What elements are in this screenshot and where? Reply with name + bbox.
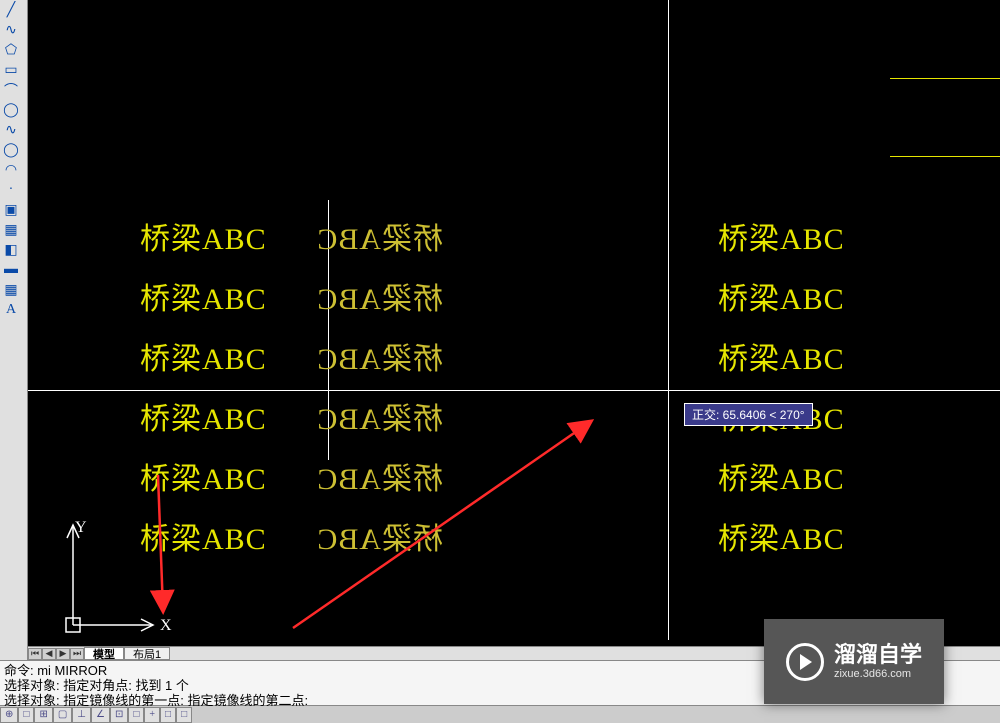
table-icon[interactable]: ▦ [2,280,20,300]
block-icon[interactable]: ▣ [2,200,20,220]
text-column-copy: 桥梁ABC桥梁ABC桥梁ABC桥梁ABC桥梁ABC桥梁ABC [718,214,845,558]
watermark-url: zixue.3d66.com [834,668,922,681]
cad-text[interactable]: 桥梁ABC [718,514,845,558]
status-toggle-10[interactable]: □ [176,707,192,723]
cad-text[interactable]: 桥梁ABC [140,514,267,558]
segment-line [890,156,1000,157]
tab-last-icon[interactable]: ⏭ [70,648,84,660]
region-icon[interactable]: ▬ [2,260,20,280]
tab-prev-icon[interactable]: ◀ [42,648,56,660]
status-toggle-1[interactable]: □ [18,707,34,723]
cad-text[interactable]: 桥梁ABC [140,214,267,258]
play-icon [786,643,824,681]
mirrored-text[interactable]: 桥梁ABC [316,334,443,378]
mirrored-text[interactable]: 桥梁ABC [316,394,443,438]
text-icon[interactable]: A [2,300,20,320]
status-toggle-7[interactable]: □ [128,707,144,723]
status-toggle-4[interactable]: ⊥ [72,707,91,723]
status-toggle-9[interactable]: □ [160,707,176,723]
gradient-icon[interactable]: ◧ [2,240,20,260]
text-column-mirrored: 桥梁ABC桥梁ABC桥梁ABC桥梁ABC桥梁ABC桥梁ABC [443,214,570,558]
watermark-logo: 溜溜自学 zixue.3d66.com [764,619,944,704]
segment-line [890,78,1000,79]
tab-layout1[interactable]: 布局1 [124,647,170,660]
cad-text[interactable]: 桥梁ABC [140,394,267,438]
tool-palette: ╱∿⬠▭⌒◯∿◯◠·▣▦◧▬▦A [0,0,28,723]
drawing-area[interactable]: 桥梁ABC 桥梁ABC 桥梁ABC 桥梁ABC 桥梁ABC 桥梁ABC 桥梁ABC 桥梁AB… [28,0,1000,640]
status-toggle-2[interactable]: ⊞ [34,707,52,723]
cad-text[interactable]: 桥梁ABC [718,214,845,258]
polyline-icon[interactable]: ∿ [2,20,20,40]
tab-next-icon[interactable]: ▶ [56,648,70,660]
line-icon[interactable]: ╱ [2,0,20,20]
status-toggle-5[interactable]: ∠ [91,707,110,723]
watermark-title: 溜溜自学 [834,642,922,668]
svg-text:X: X [160,617,172,634]
point-icon[interactable]: · [2,180,20,200]
arc-icon[interactable]: ⌒ [2,80,20,100]
hatch-icon[interactable]: ▦ [2,220,20,240]
status-toggle-0[interactable]: ⊕ [0,707,18,723]
mirrored-text[interactable]: 桥梁ABC [316,514,443,558]
rectangle-icon[interactable]: ▭ [2,60,20,80]
status-toggle-6[interactable]: ⊡ [110,707,128,723]
crosshair-vertical [668,0,669,640]
tab-first-icon[interactable]: ⏮ [28,648,42,660]
text-column-original: 桥梁ABC 桥梁ABC 桥梁ABC 桥梁ABC 桥梁ABC 桥梁ABC [140,214,267,558]
dynamic-input-tooltip: 正交: 65.6406 < 270° [684,403,813,426]
mirrored-text[interactable]: 桥梁ABC [316,274,443,318]
cad-text[interactable]: 桥梁ABC [718,334,845,378]
cad-text[interactable]: 桥梁ABC [140,334,267,378]
circle-icon[interactable]: ◯ [2,100,20,120]
cad-text[interactable]: 桥梁ABC [718,274,845,318]
cad-text[interactable]: 桥梁ABC [140,454,267,498]
status-toggle-3[interactable]: ▢ [53,707,72,723]
mirrored-text[interactable]: 桥梁ABC [316,214,443,258]
mirrored-text[interactable]: 桥梁ABC [316,454,443,498]
ellipse-arc-icon[interactable]: ◠ [2,160,20,180]
cad-text[interactable]: 桥梁ABC [718,454,845,498]
ellipse-icon[interactable]: ◯ [2,140,20,160]
svg-text:Y: Y [75,519,87,536]
status-bar: ⊕□⊞▢⊥∠⊡□+□□ [0,706,1000,723]
tab-model[interactable]: 模型 [84,647,124,660]
spline-icon[interactable]: ∿ [2,120,20,140]
polygon-icon[interactable]: ⬠ [2,40,20,60]
status-toggle-8[interactable]: + [144,707,160,723]
cad-text[interactable]: 桥梁ABC [140,274,267,318]
